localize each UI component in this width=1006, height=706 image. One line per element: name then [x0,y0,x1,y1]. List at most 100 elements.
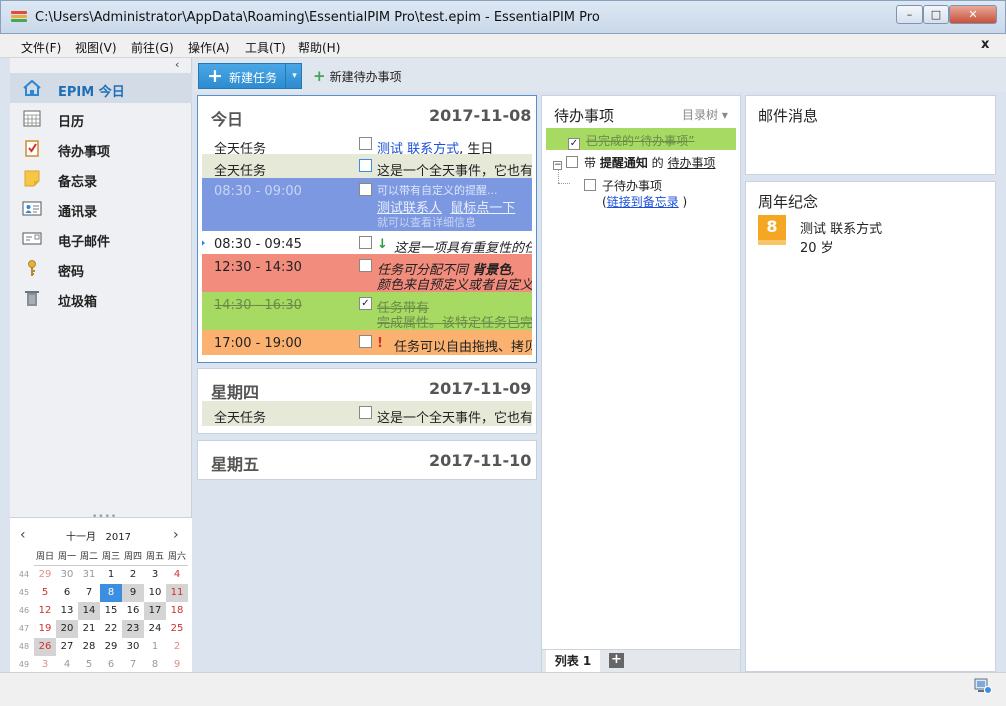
close-document-button[interactable]: x [981,37,989,52]
menu-file[interactable]: 文件(F) [21,39,61,56]
calendar-day[interactable]: 7 [78,584,100,602]
todo-subitem-note: (链接到备忘录 ) [602,193,687,210]
close-window-button[interactable]: ✕ [949,5,997,24]
nav-item-contacts[interactable]: 通讯录 [10,193,192,223]
calendar-day[interactable]: 25 [166,620,188,638]
menu-view[interactable]: 视图(V) [75,39,117,56]
calendar-day[interactable]: 29 [100,638,122,656]
week-row: 48 26 27 28 29 30 1 2 [14,638,188,656]
nav-item-passwords[interactable]: 密码 [10,253,192,283]
calendar-day[interactable]: 16 [122,602,144,620]
weekday-sat: 周六 [166,548,188,566]
link-to-note[interactable]: 链接到备忘录 [607,195,679,209]
todo-checkbox[interactable] [584,179,596,191]
today-panel: 今日 2017-11-08 全天任务 测试 联系方式, 生日 全天任务 这是一个… [197,95,537,363]
nav-item-trash[interactable]: 垃圾箱 [10,283,192,313]
event-time: 14:30 - 16:30 [214,298,302,313]
event-checkbox[interactable] [359,137,372,150]
calendar-day[interactable]: 2 [122,566,144,584]
calendar-day[interactable]: 15 [100,602,122,620]
calendar-day[interactable]: 1 [144,638,166,656]
maximize-button[interactable]: □ [923,5,949,24]
event-checkbox[interactable] [359,159,372,172]
event-checkbox[interactable] [359,335,372,348]
collapse-pane-icon[interactable]: ‹ [175,58,179,71]
plus-icon: + [207,65,223,87]
trash-icon [25,291,39,306]
nav-item-email[interactable]: 电子邮件 [10,223,192,253]
event-row-completed[interactable]: 14:30 - 16:30 ✓ 任务带有 完成属性。该特定任务已完成 [202,292,532,330]
minimize-button[interactable]: – [896,5,923,24]
calendar-day[interactable]: 6 [56,584,78,602]
title-bar: C:\Users\Administrator\AppData\Roaming\E… [0,0,1006,34]
event-checkbox[interactable] [359,406,372,419]
next-month-button[interactable]: › [173,527,179,543]
calendar-day[interactable]: 13 [56,602,78,620]
event-row[interactable]: 17:00 - 19:00 ! 任务可以自由拖拽、拷贝 [202,330,532,355]
anniversary-contact-name[interactable]: 测试 联系方式 [800,218,882,237]
tab-list-1[interactable]: 列表 1 [546,650,600,672]
menu-bar: 文件(F) 视图(V) 前往(G) 操作(A) 工具(T) 帮助(H) x [0,34,1006,58]
calendar-day[interactable]: 26 [34,638,56,656]
event-row[interactable]: 08:30 - 09:00 可以带有自定义的提醒... 测试联系人 鼠标点一下 … [202,178,532,234]
event-row[interactable]: 全天任务 这是一个全天事件，它也有 [202,401,532,426]
event-row[interactable]: 全天任务 这是一个全天事件，它也有 [202,154,532,179]
todo-item[interactable]: − 带 提醒通知 的 待办事项 [553,154,716,171]
calendar-day[interactable]: 9 [122,584,144,602]
nav-item-calendar[interactable]: 日历 [10,103,192,133]
calendar-day[interactable]: 24 [144,620,166,638]
calendar-day[interactable]: 5 [34,584,56,602]
splitter-grip[interactable]: •••• [92,512,117,522]
event-checkbox[interactable] [359,259,372,272]
menu-tools[interactable]: 工具(T) [245,39,286,56]
nav-item-todo[interactable]: 待办事项 [10,133,192,163]
nav-item-notes[interactable]: 备忘录 [10,163,192,193]
calendar-day[interactable]: 21 [78,620,100,638]
menu-action[interactable]: 操作(A) [188,39,230,56]
calendar-day[interactable]: 17 [144,602,166,620]
toolbar: + 新建任务 ▾ + 新建待办事项 [193,58,1006,92]
calendar-day-today[interactable]: 8 [100,584,122,602]
calendar-day[interactable]: 28 [78,638,100,656]
event-row[interactable]: 12:30 - 14:30 任务可分配不同 背景色, 颜色来自预定义或者自定义 [202,254,532,292]
event-checkbox[interactable] [359,236,372,249]
todo-item-completed[interactable]: ✓ 已完成的“待办事项” [546,128,736,150]
prev-month-button[interactable]: ‹ [20,527,26,543]
calendar-day[interactable]: 14 [78,602,100,620]
calendar-day[interactable]: 31 [78,566,100,584]
new-todo-button[interactable]: + 新建待办事项 [313,67,402,85]
calendar-day[interactable]: 18 [166,602,188,620]
menu-help[interactable]: 帮助(H) [298,39,340,56]
calendar-day[interactable]: 27 [56,638,78,656]
calendar-day[interactable]: 30 [122,638,144,656]
calendar-day[interactable]: 2 [166,638,188,656]
calendar-day[interactable]: 20 [56,620,78,638]
todo-checkbox[interactable] [566,156,578,168]
calendar-day[interactable]: 22 [100,620,122,638]
todo-checkbox-checked[interactable]: ✓ [568,138,580,150]
event-checkbox[interactable] [359,183,372,196]
calendar-day[interactable]: 3 [144,566,166,584]
event-checkbox-checked[interactable]: ✓ [359,297,372,310]
calendar-day[interactable]: 1 [100,566,122,584]
calendar-day[interactable]: 30 [56,566,78,584]
calendar-icon [23,110,41,127]
menu-go[interactable]: 前往(G) [131,39,174,56]
nav-item-epim-today[interactable]: EPIM 今日 [10,73,192,103]
add-tab-button[interactable]: + [609,653,624,668]
calendar-day[interactable]: 4 [166,566,188,584]
network-status-icon[interactable] [973,677,993,695]
todo-subitem[interactable]: 子待办事项 [584,177,662,194]
new-task-dropdown-button[interactable]: ▾ [285,64,303,88]
calendar-day[interactable]: 23 [122,620,144,638]
tree-view-dropdown[interactable]: 目录树 ▾ [682,106,728,123]
calendar-day[interactable]: 10 [144,584,166,602]
calendar-day[interactable]: 11 [166,584,188,602]
event-row-selected[interactable]: 08:30 - 09:45 ↓ 这是一项具有重复性的任务 [202,231,532,256]
calendar-day[interactable]: 19 [34,620,56,638]
status-bar [0,672,1006,706]
calendar-day[interactable]: 29 [34,566,56,584]
new-task-button[interactable]: + 新建任务 ▾ [198,63,302,89]
todo-pane: 待办事项 目录树 ▾ ✓ 已完成的“待办事项” − 带 提醒通知 的 待办事项 子待… [541,95,741,672]
calendar-day[interactable]: 12 [34,602,56,620]
